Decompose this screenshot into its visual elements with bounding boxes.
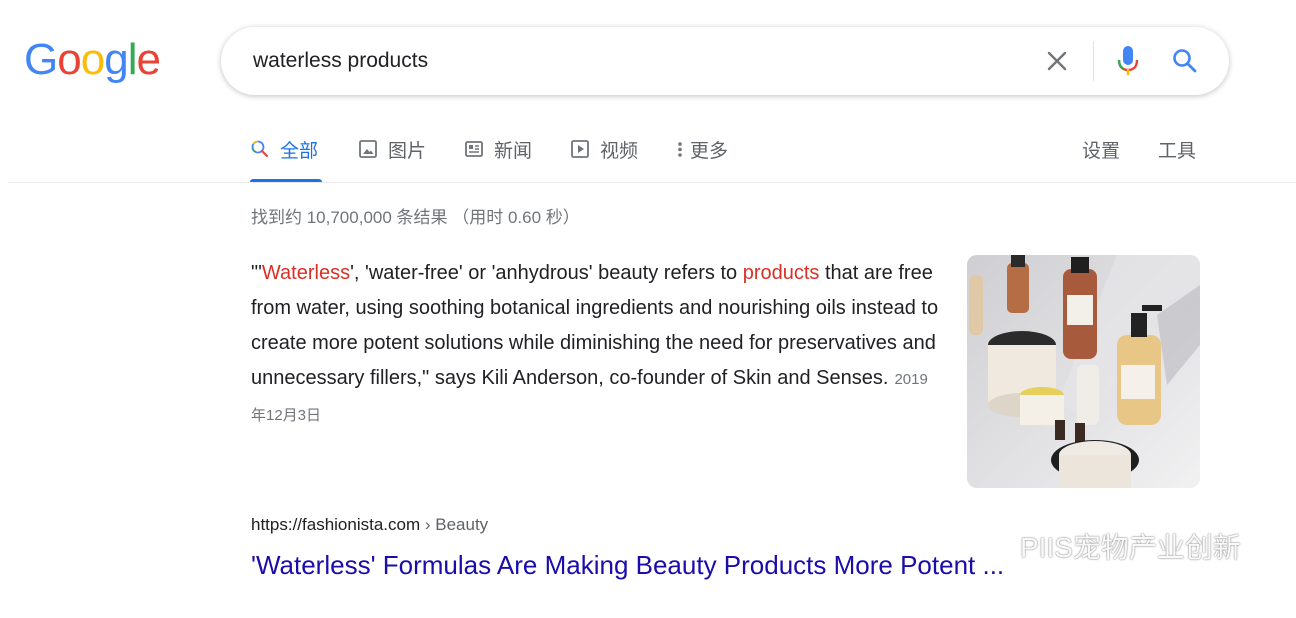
search-box [221,27,1229,95]
google-logo[interactable]: Google [24,35,161,84]
result-stats: 找到约 10,700,000 条结果 （用时 0.60 秒） [251,208,580,227]
snippet-image[interactable] [967,255,1200,488]
tab-all[interactable]: 全部 [250,136,322,182]
microphone-icon [1117,46,1139,75]
product-photo [967,255,1200,488]
watermark: PIIS宠物产业创新 [962,526,1241,566]
news-icon [464,136,486,162]
tab-label: 全部 [280,141,319,162]
snippet-text: ', 'water-free' or 'anhydrous' beauty re… [350,262,743,284]
logo-letter: o [57,35,82,84]
video-icon [570,136,592,162]
logo-letter: g [104,35,129,84]
search-input[interactable] [253,47,1013,75]
settings-button[interactable]: 设置 [1082,136,1120,163]
tab-label: 更多 [690,141,729,162]
more-vert-icon [676,136,686,162]
tabs-divider [8,182,1296,183]
result-title-link[interactable]: 'Waterless' Formulas Are Making Beauty P… [251,550,1004,581]
tab-news[interactable]: 新闻 [464,136,532,182]
snippet-highlight: Waterless [261,262,351,284]
voice-search-button[interactable] [1111,42,1145,80]
tools-button[interactable]: 工具 [1158,136,1196,163]
search-icon [250,136,272,162]
snippet-highlight: products [742,262,820,284]
tab-videos[interactable]: 视频 [570,136,638,182]
clear-button[interactable] [1041,45,1073,77]
tab-label: 图片 [388,141,427,162]
image-icon [358,136,380,162]
featured-snippet: "'Waterless', 'water-free' or 'anhydrous… [251,256,941,433]
close-icon [1047,51,1067,71]
result-domain: https://fashionista.com [251,515,421,534]
tab-more[interactable]: 更多 [676,136,728,182]
logo-letter: l [127,35,138,84]
logo-letter: G [24,35,58,84]
snippet-text: "' [251,262,262,284]
logo-letter: e [136,35,161,84]
tab-label: 新闻 [494,141,533,162]
search-icon [1173,49,1197,73]
wechat-icon [964,528,1012,563]
tab-images[interactable]: 图片 [358,136,426,182]
search-button[interactable] [1167,43,1203,79]
result-breadcrumb: › Beauty [420,515,489,534]
search-divider [1093,41,1094,81]
watermark-text: PIIS宠物产业创新 [1020,532,1241,563]
tab-label: 视频 [600,141,639,162]
result-url[interactable]: https://fashionista.com › Beauty [251,515,488,535]
logo-letter: o [80,35,106,84]
